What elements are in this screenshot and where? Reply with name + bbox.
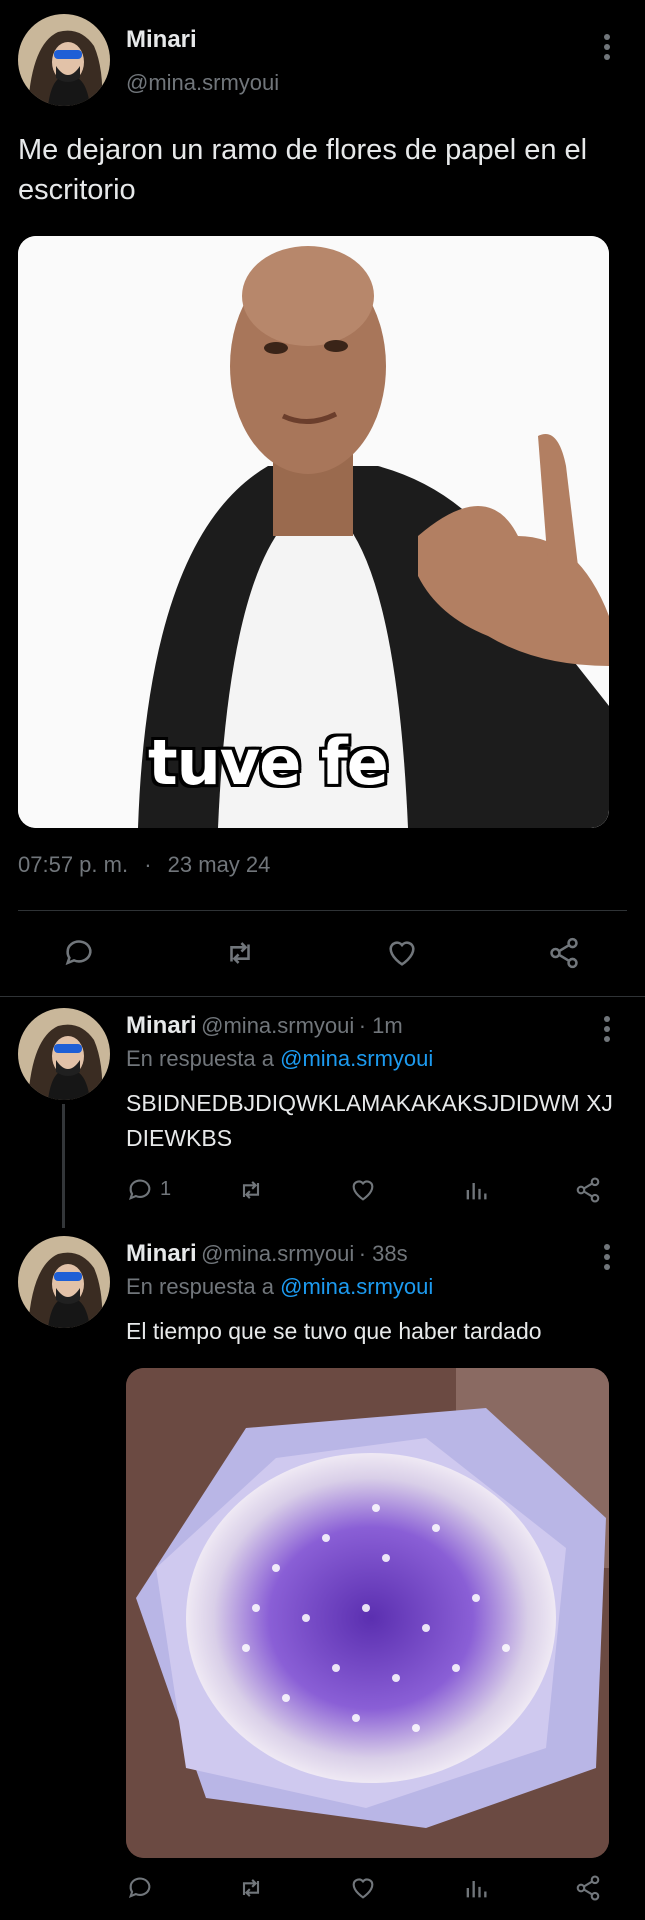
thread-line (62, 1104, 65, 1228)
separator: · (144, 852, 152, 877)
reply-header: Minari @mina.srmyoui · 38s (126, 1240, 408, 1268)
user-handle[interactable]: @mina.srmyoui (201, 1013, 354, 1038)
tweet-date: 23 may 24 (167, 852, 271, 877)
reply-count: 1 (160, 1178, 172, 1200)
tweet-image[interactable]: tuve fe (18, 236, 609, 828)
reply-to-link[interactable]: @mina.srmyoui (280, 1046, 433, 1071)
user-handle[interactable]: @mina.srmyoui (126, 70, 279, 96)
time-ago[interactable]: · 38s (359, 1241, 408, 1266)
more-vert-icon[interactable] (604, 1016, 610, 1046)
analytics-icon[interactable] (462, 1874, 490, 1902)
reply-header: Minari @mina.srmyoui · 1m (126, 1012, 403, 1040)
analytics-icon[interactable] (462, 1176, 490, 1204)
retweet-icon[interactable] (236, 1874, 266, 1902)
avatar[interactable] (18, 14, 110, 106)
reply-to-link[interactable]: @mina.srmyoui (280, 1274, 433, 1299)
reply-prefix: En respuesta a (126, 1046, 274, 1071)
reply-text: SBIDNEDBJDIQWKLAMAKAKAKSJDIDWM XJDIEWKBS (126, 1090, 613, 1151)
reply-prefix: En respuesta a (126, 1274, 274, 1299)
reply-icon[interactable] (62, 936, 96, 970)
reply-icon[interactable] (126, 1874, 154, 1902)
avatar[interactable] (18, 1236, 110, 1328)
meme-caption: tuve fe (148, 726, 389, 799)
retweet-icon[interactable] (222, 936, 258, 970)
reply-image[interactable] (126, 1368, 609, 1858)
user-name[interactable]: Minari (126, 26, 197, 54)
reply-text: El tiempo que se tuvo que haber tardado (126, 1318, 542, 1344)
tweet-time: 07:57 p. m. (18, 852, 129, 877)
reply-context: En respuesta a @mina.srmyoui (126, 1046, 433, 1072)
user-handle[interactable]: @mina.srmyoui (201, 1241, 354, 1266)
user-name[interactable]: Minari (126, 1240, 197, 1267)
divider (0, 996, 645, 997)
time-ago[interactable]: · 1m (359, 1013, 403, 1038)
like-icon[interactable] (348, 1874, 378, 1902)
like-icon[interactable] (384, 936, 420, 970)
reply-icon[interactable] (126, 1176, 154, 1204)
share-icon[interactable] (574, 1874, 602, 1902)
tweet-text: Me dejaron un ramo de flores de papel en… (18, 134, 588, 206)
avatar[interactable] (18, 1008, 110, 1100)
flower-bouquet-photo (126, 1368, 609, 1858)
like-icon[interactable] (348, 1176, 378, 1204)
share-icon[interactable] (574, 1176, 602, 1204)
reply-context: En respuesta a @mina.srmyoui (126, 1274, 433, 1300)
divider (18, 910, 627, 911)
more-vert-icon[interactable] (604, 34, 610, 64)
user-name[interactable]: Minari (126, 1012, 197, 1039)
tweet-timestamp[interactable]: 07:57 p. m. · 23 may 24 (18, 852, 270, 878)
retweet-icon[interactable] (236, 1176, 266, 1204)
share-icon[interactable] (546, 936, 582, 970)
more-vert-icon[interactable] (604, 1244, 610, 1274)
